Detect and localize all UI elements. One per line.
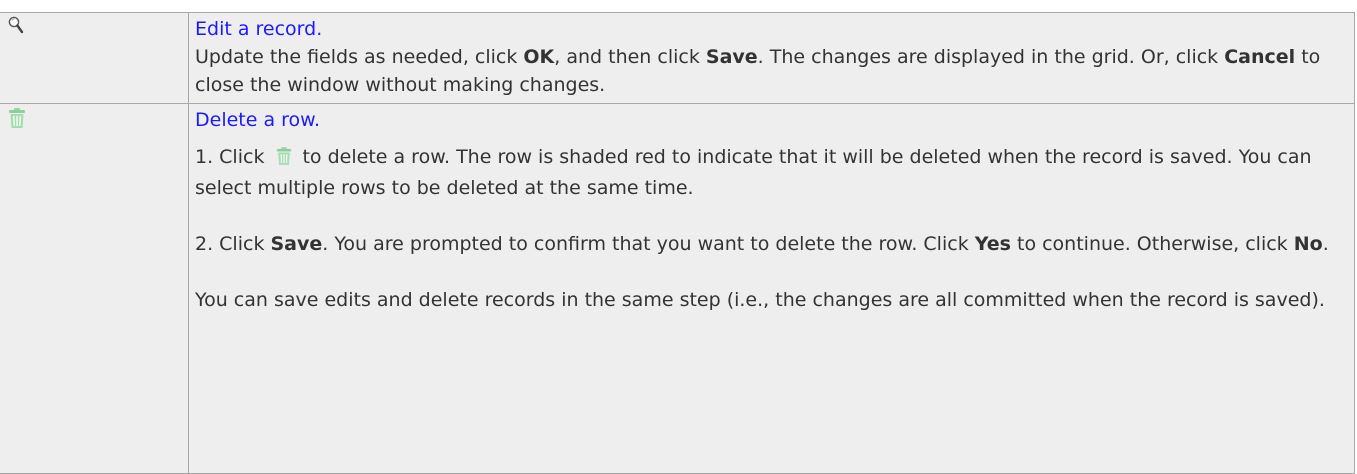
step-text: .: [1323, 233, 1329, 255]
trash-can-icon: [8, 107, 188, 129]
delete-note: You can save edits and delete records in…: [195, 286, 1350, 314]
step-text: 2. Click: [195, 233, 270, 255]
edit-text: . The changes are displayed in the grid.…: [758, 46, 1225, 68]
icon-cell-delete: [0, 104, 189, 474]
step-text: to continue. Otherwise, click: [1011, 233, 1294, 255]
save-term: Save: [270, 233, 322, 255]
edit-text: , and then click: [554, 46, 706, 68]
step-text: . You are prompted to confirm that you w…: [322, 233, 974, 255]
description-cell-edit: Edit a record. Update the fields as need…: [189, 13, 1355, 104]
edit-record-link[interactable]: Edit a record.: [195, 15, 1350, 43]
table-row-delete: Delete a row. 1. Click to delete a row. …: [0, 104, 1355, 474]
cancel-term: Cancel: [1224, 46, 1295, 68]
save-term: Save: [706, 46, 758, 68]
icon-cell-edit: [0, 13, 189, 104]
step-text: 1. Click: [195, 146, 270, 168]
delete-step-2: 2. Click Save. You are prompted to confi…: [195, 230, 1350, 258]
description-cell-delete: Delete a row. 1. Click to delete a row. …: [189, 104, 1355, 474]
edit-text: Update the fields as needed, click: [195, 46, 523, 68]
delete-row-link[interactable]: Delete a row.: [195, 106, 1350, 134]
help-table: Edit a record. Update the fields as need…: [0, 12, 1355, 474]
step-text: to delete a row. The row is shaded red t…: [195, 146, 1312, 199]
edit-instructions: Update the fields as needed, click OK, a…: [195, 43, 1350, 99]
trash-can-icon: [276, 146, 292, 174]
no-term: No: [1294, 233, 1323, 255]
yes-term: Yes: [975, 233, 1011, 255]
table-row-edit: Edit a record. Update the fields as need…: [0, 13, 1355, 104]
magnifier-icon: [8, 16, 188, 36]
ok-term: OK: [523, 46, 554, 68]
delete-step-1: 1. Click to delete a row. The row is sha…: [195, 143, 1350, 202]
